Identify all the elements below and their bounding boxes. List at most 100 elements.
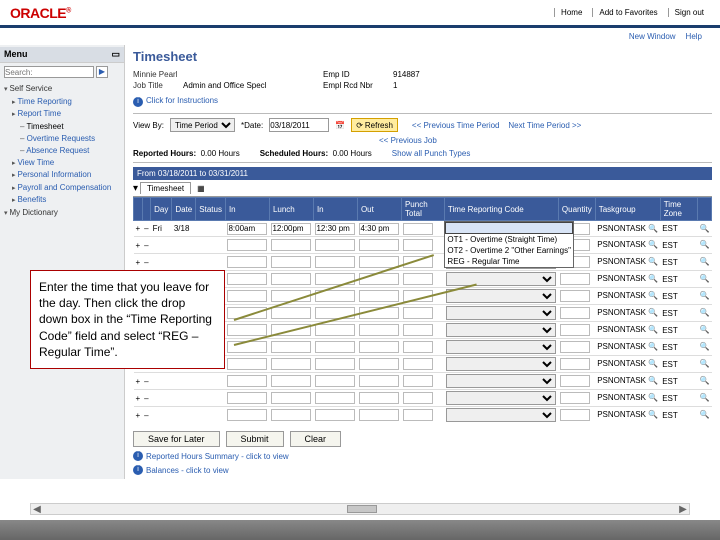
- remove-row-button[interactable]: –: [142, 390, 150, 407]
- reported-hours-summary-link[interactable]: iReported Hours Summary - click to view: [133, 451, 712, 461]
- refresh-button[interactable]: ⟳Refresh: [351, 118, 398, 132]
- out-input[interactable]: [359, 375, 399, 387]
- lookup-icon[interactable]: 🔍: [699, 291, 709, 301]
- lookup-icon[interactable]: 🔍: [648, 359, 658, 369]
- tab-toggle-icon[interactable]: ▾: [133, 183, 138, 194]
- trc-select[interactable]: [446, 374, 556, 388]
- trc-select[interactable]: [446, 289, 556, 303]
- punch-total-input[interactable]: [403, 392, 433, 404]
- lookup-icon[interactable]: 🔍: [699, 410, 709, 420]
- punch-total-input[interactable]: [403, 341, 433, 353]
- lookup-icon[interactable]: 🔍: [699, 274, 709, 284]
- in2-input[interactable]: [315, 256, 355, 268]
- out-input[interactable]: [359, 273, 399, 285]
- out-input[interactable]: [359, 290, 399, 302]
- quantity-input[interactable]: [560, 358, 590, 370]
- home-link[interactable]: Home: [554, 8, 588, 17]
- quantity-input[interactable]: [560, 307, 590, 319]
- lookup-icon[interactable]: 🔍: [699, 308, 709, 318]
- trc-select[interactable]: [446, 323, 556, 337]
- date-input[interactable]: [269, 118, 329, 132]
- signout-link[interactable]: Sign out: [668, 8, 710, 17]
- lookup-icon[interactable]: 🔍: [648, 308, 658, 318]
- out-input[interactable]: [359, 223, 399, 235]
- lookup-icon[interactable]: 🔍: [648, 291, 658, 301]
- help-link[interactable]: Help: [686, 32, 702, 41]
- in-input[interactable]: [227, 273, 267, 285]
- show-all-punch-link[interactable]: Show all Punch Types: [392, 149, 471, 158]
- nav-item[interactable]: Self Service: [4, 83, 120, 96]
- nav-item[interactable]: View Time: [4, 157, 120, 170]
- punch-total-input[interactable]: [403, 223, 433, 235]
- nav-item[interactable]: My Dictionary: [4, 207, 120, 220]
- trc-option[interactable]: REG - Regular Time: [445, 256, 573, 267]
- clear-button[interactable]: Clear: [290, 431, 342, 447]
- lookup-icon[interactable]: 🔍: [699, 325, 709, 335]
- trc-select[interactable]: [446, 306, 556, 320]
- nav-item[interactable]: Report Time: [4, 108, 120, 121]
- in2-input[interactable]: [315, 324, 355, 336]
- lunch-input[interactable]: [271, 273, 311, 285]
- in2-input[interactable]: [315, 239, 355, 251]
- submit-button[interactable]: Submit: [226, 431, 284, 447]
- lookup-icon[interactable]: 🔍: [648, 325, 658, 335]
- lunch-input[interactable]: [271, 239, 311, 251]
- trc-select[interactable]: [446, 357, 556, 371]
- lookup-icon[interactable]: 🔍: [699, 359, 709, 369]
- punch-total-input[interactable]: [403, 409, 433, 421]
- add-row-button[interactable]: +: [134, 221, 143, 237]
- menu-search-go[interactable]: ▶: [96, 66, 108, 78]
- lookup-icon[interactable]: 🔍: [699, 224, 709, 234]
- add-row-button[interactable]: +: [134, 254, 143, 271]
- out-input[interactable]: [359, 324, 399, 336]
- punch-total-input[interactable]: [403, 324, 433, 336]
- scroll-thumb[interactable]: [347, 505, 377, 513]
- scroll-left-icon[interactable]: ◀: [31, 504, 43, 515]
- save-button[interactable]: Save for Later: [133, 431, 220, 447]
- in-input[interactable]: [227, 375, 267, 387]
- out-input[interactable]: [359, 409, 399, 421]
- prev-period-link[interactable]: << Previous Time Period: [412, 121, 500, 130]
- remove-row-button[interactable]: –: [142, 237, 150, 254]
- quantity-input[interactable]: [560, 290, 590, 302]
- nav-item[interactable]: Overtime Requests: [4, 133, 120, 145]
- trc-select[interactable]: [446, 408, 556, 422]
- lookup-icon[interactable]: 🔍: [648, 274, 658, 284]
- quantity-input[interactable]: [560, 375, 590, 387]
- quantity-input[interactable]: [560, 392, 590, 404]
- remove-row-button[interactable]: –: [142, 407, 150, 424]
- favorites-link[interactable]: Add to Favorites: [592, 8, 663, 17]
- lunch-input[interactable]: [271, 392, 311, 404]
- punch-total-input[interactable]: [403, 307, 433, 319]
- in-input[interactable]: [227, 256, 267, 268]
- nav-item[interactable]: Payroll and Compensation: [4, 182, 120, 195]
- in-input[interactable]: [227, 324, 267, 336]
- lookup-icon[interactable]: 🔍: [648, 376, 658, 386]
- nav-item[interactable]: Timesheet: [4, 121, 120, 133]
- next-period-link[interactable]: Next Time Period >>: [508, 121, 581, 130]
- lookup-icon[interactable]: 🔍: [699, 376, 709, 386]
- add-row-button[interactable]: +: [134, 390, 143, 407]
- in-input[interactable]: [227, 290, 267, 302]
- lookup-icon[interactable]: 🔍: [648, 224, 658, 234]
- nav-item[interactable]: Absence Request: [4, 145, 120, 157]
- in2-input[interactable]: [315, 409, 355, 421]
- calendar-icon[interactable]: 📅: [335, 121, 345, 130]
- out-input[interactable]: [359, 239, 399, 251]
- trc-select[interactable]: [446, 272, 556, 286]
- remove-row-button[interactable]: –: [142, 254, 150, 271]
- lunch-input[interactable]: [271, 375, 311, 387]
- lookup-icon[interactable]: 🔍: [648, 393, 658, 403]
- in-input[interactable]: [227, 223, 267, 235]
- out-input[interactable]: [359, 358, 399, 370]
- menu-collapse-icon[interactable]: ▭: [111, 49, 120, 60]
- instructions-link[interactable]: iClick for Instructions: [133, 96, 712, 107]
- nav-item[interactable]: Personal Information: [4, 169, 120, 182]
- scroll-right-icon[interactable]: ▶: [677, 504, 689, 515]
- lunch-input[interactable]: [271, 358, 311, 370]
- tab-tools-icon[interactable]: ▦: [197, 184, 205, 193]
- lookup-icon[interactable]: 🔍: [648, 240, 658, 250]
- lunch-input[interactable]: [271, 341, 311, 353]
- nav-item[interactable]: Time Reporting: [4, 96, 120, 109]
- in-input[interactable]: [227, 392, 267, 404]
